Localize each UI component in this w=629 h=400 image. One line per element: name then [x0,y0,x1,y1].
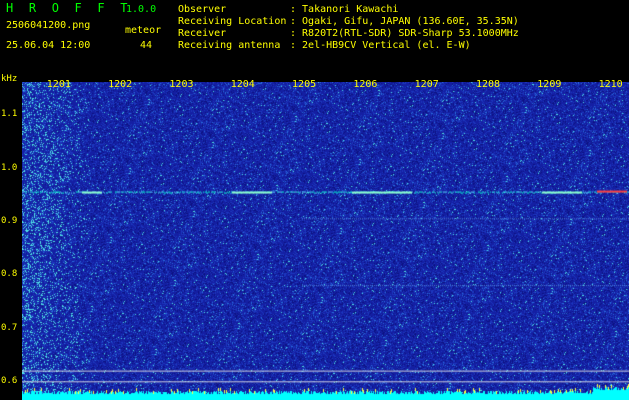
meteor-count: 44 [140,40,153,51]
header-panel: H R O F F T 1.0.0 2506041200.png 25.06.0… [0,0,629,72]
meteor-label: meteor [125,25,162,36]
spectrogram [22,82,629,400]
x-tick-label: 1201 [46,79,71,90]
y-tick-label: 0.8 [1,269,18,280]
x-tick-label: 1208 [475,79,501,90]
y-tick-label: 1.0 [1,162,18,173]
x-tick-label: 1205 [292,79,317,90]
x-tick-label: 1209 [537,79,562,90]
y-tick-label: 1.1 [1,109,18,120]
info-label: Observer [178,4,227,15]
file-name: 2506041200.png [6,20,91,31]
app-title: H R O F F T [6,1,132,15]
y-tick-label: 0.7 [1,322,18,333]
x-tick-label: 1210 [598,79,623,90]
y-tick-label: 0.9 [1,215,18,226]
x-tick-label: 1207 [414,79,439,90]
app-version: 1.0.0 [126,4,157,15]
info-value: : Takanori Kawachi [290,4,399,15]
y-tick-label: 0.6 [1,376,18,387]
spectrogram-canvas [22,82,629,400]
info-value: : Ogaki, Gifu, JAPAN (136.60E, 35.35N) [290,16,519,27]
x-tick-label: 1206 [353,79,378,90]
y-axis-unit: kHz [1,74,18,84]
info-label: Receiving Location [178,16,287,27]
info-value: : R820T2(RTL-SDR) SDR-Sharp 53.1000MHz [290,28,519,39]
x-tick-label: 1202 [108,79,133,90]
x-tick-label: 1204 [230,79,255,90]
info-label: Receiver [178,28,227,39]
x-tick-label: 1203 [169,79,194,90]
file-datetime: 25.06.04 12:00 [6,40,91,51]
info-value: : 2el-HB9CV Vertical (el. E-W) [290,40,471,51]
info-label: Receiving antenna [178,40,281,51]
